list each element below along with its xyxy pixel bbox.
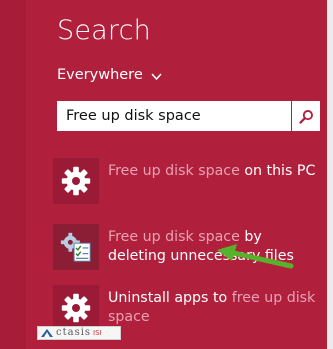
watermark-text: ctasis xyxy=(56,327,92,338)
result-free-up-space-pc[interactable]: Free up disk space on this PC xyxy=(53,158,323,204)
result-uninstall-apps[interactable]: Uninstall apps to free up disk space xyxy=(53,285,323,331)
chevron-down-icon xyxy=(151,70,162,81)
search-button[interactable] xyxy=(291,101,320,131)
search-input[interactable]: Free up disk space xyxy=(57,101,291,131)
result-rest: on this PC xyxy=(239,163,316,179)
search-box: Free up disk space xyxy=(57,101,320,131)
scope-label: Everywhere xyxy=(57,67,143,83)
result-label: Uninstall apps to free up disk space xyxy=(108,289,323,327)
search-title: Search xyxy=(57,15,151,46)
gear-icon xyxy=(53,285,99,331)
result-label: Free up disk space on this PC xyxy=(108,162,323,181)
annotation-arrow-icon xyxy=(217,244,294,269)
search-query: Free up disk space xyxy=(66,108,201,124)
disk-cleanup-icon xyxy=(53,224,99,270)
scope-dropdown[interactable]: Everywhere xyxy=(57,67,162,83)
result-highlight: Free up disk space xyxy=(108,163,240,179)
search-icon xyxy=(298,109,314,124)
watermark-logo xyxy=(40,328,54,338)
watermark-subtext: ISI xyxy=(93,328,102,337)
panel-left-edge xyxy=(0,0,26,349)
result-prefix: Uninstall apps to xyxy=(108,290,232,306)
search-charm-panel: Search Everywhere Free up disk space Fre… xyxy=(0,0,333,349)
gear-icon xyxy=(53,158,99,204)
watermark: ctasis ISI xyxy=(37,326,121,340)
panel-right-edge xyxy=(327,0,333,349)
